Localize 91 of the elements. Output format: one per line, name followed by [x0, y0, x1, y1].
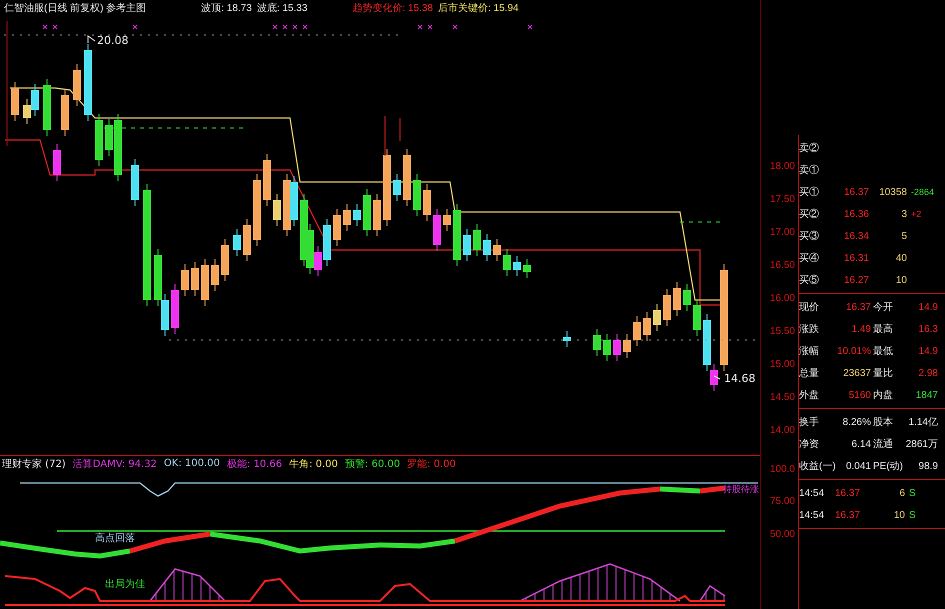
- quote-label: 涨幅: [799, 344, 820, 358]
- indicator-text: OK: 100.00: [164, 458, 220, 469]
- quote-label: 现价: [799, 301, 820, 314]
- price-axis-label: 18.00: [768, 160, 796, 174]
- indicator-axis-label: 75.00: [768, 495, 796, 509]
- quote-value: 1.49: [850, 324, 872, 334]
- trade-time: 14:54: [799, 510, 826, 520]
- indicator-text: 罗能: 0.00: [407, 458, 456, 470]
- bid-volume: 10: [894, 274, 907, 286]
- header-text: 后市关键价: 15.94: [438, 2, 519, 15]
- order-level-label: 买⑤: [799, 274, 820, 287]
- quote-value: 98.9: [918, 460, 938, 472]
- price-axis-label: 17.00: [768, 226, 796, 240]
- quote-label: 今开: [873, 301, 894, 314]
- quote-value: 8.26%: [842, 416, 872, 428]
- price-axis-label: 15.50: [768, 325, 796, 339]
- low-price-label: 14.68: [724, 372, 756, 385]
- indicator-axis-label: 50.00: [768, 528, 796, 542]
- pointer-line: [88, 35, 96, 44]
- indicator-text: 极能: 10.66: [226, 458, 282, 470]
- price-axis-label: 15.00: [768, 358, 796, 372]
- quote-label: 总量: [799, 366, 820, 380]
- bid-price: 16.34: [842, 230, 869, 242]
- quote-value: 16.3: [918, 324, 938, 334]
- order-level-label: 买①: [799, 186, 820, 199]
- indicator-text: 活算DAMV: 94.32: [72, 458, 157, 470]
- quote-value: 16.37: [844, 302, 872, 312]
- trade-volume: 10: [892, 510, 905, 520]
- volume-change: -2864: [911, 187, 934, 197]
- bid-price: 16.36: [842, 208, 869, 220]
- trade-price: 16.37: [835, 488, 862, 498]
- quote-value: 2.98: [918, 368, 938, 378]
- quote-label: 收益(一): [799, 460, 836, 473]
- price-axis-label: 14.00: [768, 424, 796, 438]
- indicator-label: 持股待涨: [723, 484, 759, 496]
- indicator-axis-label: 100.0: [768, 463, 796, 477]
- quote-value: 1.14亿: [908, 416, 938, 429]
- trade-time: 14:54: [799, 488, 826, 498]
- quote-value: 1847: [914, 390, 938, 400]
- order-level-label: 卖②: [799, 142, 820, 155]
- quote-label: 量比: [873, 366, 894, 380]
- quote-label: 外盘: [799, 389, 820, 402]
- quote-label: PE(动): [873, 460, 904, 473]
- quote-label: 最高: [873, 322, 894, 336]
- quote-label: 换手: [799, 416, 820, 429]
- bid-volume: 3: [900, 208, 907, 220]
- price-axis-label: 17.50: [768, 193, 796, 207]
- bid-price: 16.27: [842, 274, 869, 286]
- quote-value: 5160: [848, 390, 872, 400]
- high-price-label: 20.08: [97, 34, 128, 47]
- indicator-text: 预警: 60.00: [344, 458, 400, 470]
- indicator-label: 出局为佳: [105, 578, 145, 591]
- bid-volume: 5: [900, 230, 907, 242]
- quote-value: 10.01%: [836, 346, 872, 356]
- order-level-label: 买④: [799, 252, 820, 265]
- trade-price: 16.37: [835, 510, 862, 520]
- quote-value: 6.14: [850, 438, 872, 450]
- quote-value: 0.041: [844, 460, 872, 472]
- bid-volume: 40: [894, 252, 907, 264]
- hump-line: [699, 584, 726, 602]
- volume-change: +2: [911, 209, 922, 219]
- quote-value: 2861万: [904, 438, 938, 451]
- trade-volume: 6: [898, 488, 905, 498]
- quote-label: 股本: [873, 416, 894, 429]
- trade-side: S: [909, 510, 916, 520]
- quote-label: 流通: [873, 438, 894, 451]
- price-axis-label: 16.50: [768, 259, 796, 273]
- order-level-label: 卖①: [799, 164, 820, 177]
- price-axis-label: 16.00: [768, 292, 796, 306]
- bid-price: 16.31: [842, 252, 869, 264]
- bid-volume: 10358: [878, 186, 907, 198]
- trade-side: S: [909, 488, 916, 498]
- quote-value: 14.9: [918, 346, 938, 356]
- quote-label: 最低: [873, 345, 894, 358]
- order-level-label: 买②: [799, 208, 820, 221]
- quote-value: 14.9: [918, 302, 938, 312]
- header-text: 波底: 15.33: [256, 2, 308, 15]
- indicator-text: 理财专家 (72): [2, 458, 66, 470]
- quote-value: 23637: [842, 368, 872, 378]
- header-text: 波顶: 18.73: [201, 2, 252, 15]
- bid-price: 16.37: [842, 186, 869, 198]
- quote-label: 涨跌: [799, 322, 820, 336]
- quote-label: 净资: [799, 438, 820, 451]
- price-wick: [384, 116, 386, 156]
- header-text: 趋势变化价: 15.38: [352, 2, 433, 15]
- indicator-text: 牛角: 0.00: [289, 458, 338, 470]
- indicator-label: 高点回落: [95, 532, 135, 545]
- price-axis-label: 14.50: [768, 391, 796, 405]
- header-text: 仁智油服(日线 前复权) 参考主图: [4, 2, 146, 15]
- quote-label: 内盘: [873, 388, 894, 402]
- order-level-label: 买③: [799, 230, 820, 243]
